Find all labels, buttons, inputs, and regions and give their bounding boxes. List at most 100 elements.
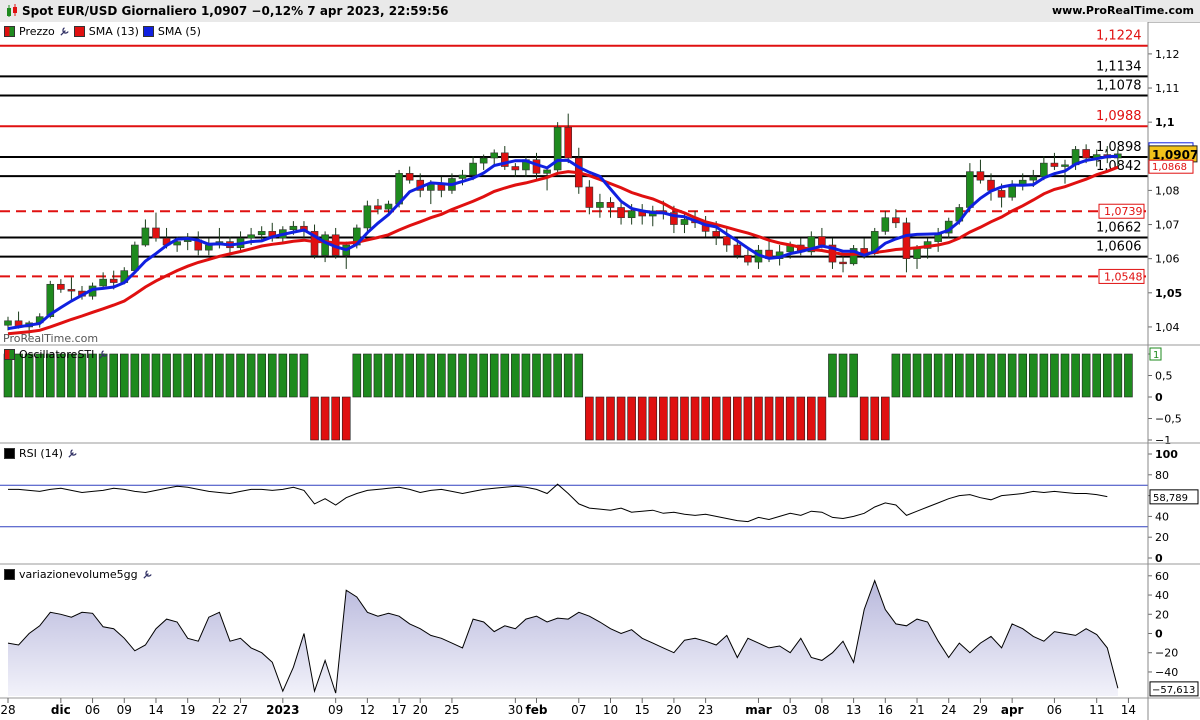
candle-body bbox=[1050, 162, 1059, 167]
candle-body bbox=[712, 231, 720, 237]
candle-body bbox=[564, 126, 573, 159]
osc-bar bbox=[796, 396, 806, 441]
x-tick-label: 13 bbox=[846, 703, 861, 717]
osc-bar bbox=[1050, 353, 1059, 398]
sma5-swatch bbox=[142, 25, 154, 37]
candle-body bbox=[1082, 149, 1090, 159]
osc-bar bbox=[585, 396, 594, 441]
osc-bar bbox=[1113, 353, 1123, 398]
x-tick-label: 03 bbox=[783, 703, 798, 717]
osc-bar bbox=[669, 396, 679, 441]
y-tick-label: 1,12 bbox=[1155, 48, 1180, 61]
osc-bar bbox=[236, 353, 245, 398]
candle-body bbox=[818, 236, 826, 246]
x-tick-label: apr bbox=[1001, 703, 1024, 717]
vol-legend-label[interactable]: variazionevolume5gg bbox=[19, 568, 138, 581]
y-tick-label: 60 bbox=[1155, 570, 1169, 583]
osc-bar bbox=[373, 353, 383, 398]
osc-bar bbox=[965, 353, 975, 398]
osc-bar bbox=[352, 353, 362, 398]
y-tick-label: 40 bbox=[1155, 510, 1169, 523]
wrench-icon[interactable] bbox=[59, 26, 70, 37]
osc-bar bbox=[902, 353, 911, 398]
osc-bar bbox=[341, 396, 351, 441]
x-tick-label: 12 bbox=[360, 703, 375, 717]
x-tick-label: 29 bbox=[973, 703, 988, 717]
vol-swatch bbox=[4, 568, 15, 580]
hline-label: 1,0898 bbox=[1096, 140, 1142, 155]
hline-label: 1,0548 bbox=[1104, 270, 1143, 283]
y-tick-label: 1,11 bbox=[1155, 82, 1180, 95]
osc-bar bbox=[807, 396, 816, 441]
osc-last-label: 1 bbox=[1153, 350, 1159, 361]
candle-body bbox=[141, 227, 150, 246]
y-tick-label: 1,07 bbox=[1155, 219, 1180, 232]
x-tick-label: 20 bbox=[413, 703, 428, 717]
rsi-legend-label[interactable]: RSI (14) bbox=[19, 447, 63, 460]
x-tick-label: 09 bbox=[117, 703, 132, 717]
x-tick-label: 2023 bbox=[266, 703, 299, 717]
price-swatch bbox=[4, 25, 15, 37]
osc-bar bbox=[331, 396, 340, 441]
candle-body bbox=[247, 234, 255, 239]
candle-body bbox=[585, 186, 594, 208]
hline-label: 1,0739 bbox=[1104, 205, 1143, 218]
x-tick-label: 27 bbox=[233, 703, 248, 717]
osc-bar bbox=[733, 396, 742, 441]
osc-bar bbox=[1028, 353, 1038, 398]
osc-bar bbox=[680, 396, 689, 441]
osc-bar bbox=[1018, 353, 1028, 398]
osc-bar bbox=[743, 396, 753, 441]
candle-body bbox=[479, 157, 488, 164]
x-tick-label: 17 bbox=[391, 703, 406, 717]
osc-bar bbox=[384, 353, 393, 398]
osc-bar bbox=[310, 396, 319, 441]
osc-bar bbox=[616, 396, 626, 441]
chart-window: Spot EUR/USD Giornaliero 1,0907 −0,12% 7… bbox=[0, 0, 1200, 720]
osc-bar bbox=[690, 396, 700, 441]
osc-bar bbox=[130, 353, 140, 398]
hline-label: 1,0662 bbox=[1096, 221, 1142, 236]
osc-bar bbox=[521, 353, 531, 398]
wrench-icon[interactable] bbox=[98, 349, 109, 360]
x-tick-label: 25 bbox=[444, 703, 459, 717]
rsi-last-label: 58,789 bbox=[1153, 493, 1188, 504]
candle-body bbox=[596, 202, 604, 208]
x-tick-label: 30 bbox=[508, 703, 523, 717]
candle-body bbox=[966, 171, 974, 208]
wrench-icon[interactable] bbox=[142, 569, 153, 580]
osc-bar bbox=[204, 353, 214, 398]
candle-body bbox=[976, 171, 985, 181]
candle-body bbox=[881, 217, 890, 232]
candle-body bbox=[458, 174, 467, 179]
x-tick-label: 28 bbox=[0, 703, 15, 717]
x-tick-label: 15 bbox=[635, 703, 650, 717]
website-label: www.ProRealTime.com bbox=[1051, 4, 1194, 17]
candle-body bbox=[1008, 184, 1016, 198]
x-tick-label: 06 bbox=[85, 703, 100, 717]
candle-body bbox=[1029, 176, 1038, 181]
chart-svg: 1,12241,11341,10781,09881,08981,08421,07… bbox=[0, 22, 1200, 720]
wrench-icon[interactable] bbox=[67, 448, 78, 459]
candle-body bbox=[1040, 162, 1048, 178]
osc-bar bbox=[944, 353, 954, 398]
osc-bar bbox=[563, 353, 573, 398]
y-tick-label: −40 bbox=[1155, 666, 1178, 679]
vol-legend: variazionevolume5gg bbox=[4, 567, 153, 581]
sma5-legend-label[interactable]: SMA (5) bbox=[158, 25, 201, 38]
x-tick-label: 08 bbox=[814, 703, 829, 717]
y-tick-label: 40 bbox=[1155, 589, 1169, 602]
sma13-legend-label[interactable]: SMA (13) bbox=[89, 25, 139, 38]
osc-swatch bbox=[4, 348, 15, 360]
candle-body bbox=[511, 166, 520, 171]
price-legend-label[interactable]: Prezzo bbox=[19, 25, 55, 38]
candle-body bbox=[405, 173, 414, 181]
candle-body bbox=[257, 231, 266, 236]
candle-body bbox=[839, 261, 847, 265]
osc-bar bbox=[637, 396, 647, 441]
osc-legend-label[interactable]: OscillatoreSTI bbox=[19, 348, 94, 361]
candle-body bbox=[131, 244, 139, 271]
candle-body bbox=[4, 320, 12, 326]
rsi-swatch bbox=[4, 447, 15, 459]
y-tick-label: 0 bbox=[1155, 391, 1163, 404]
